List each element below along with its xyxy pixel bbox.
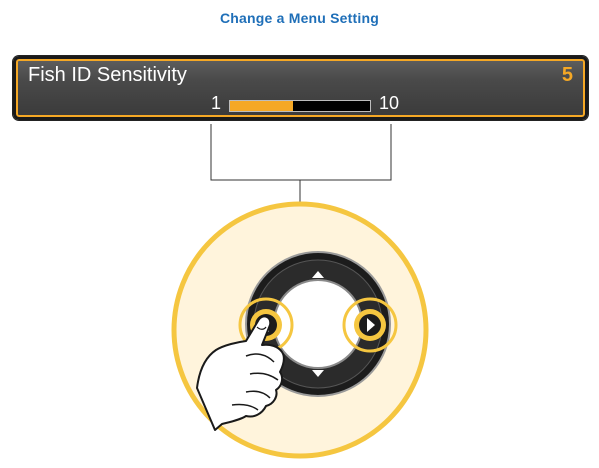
keypad-illustration <box>171 201 429 459</box>
keypad-center <box>273 279 363 369</box>
